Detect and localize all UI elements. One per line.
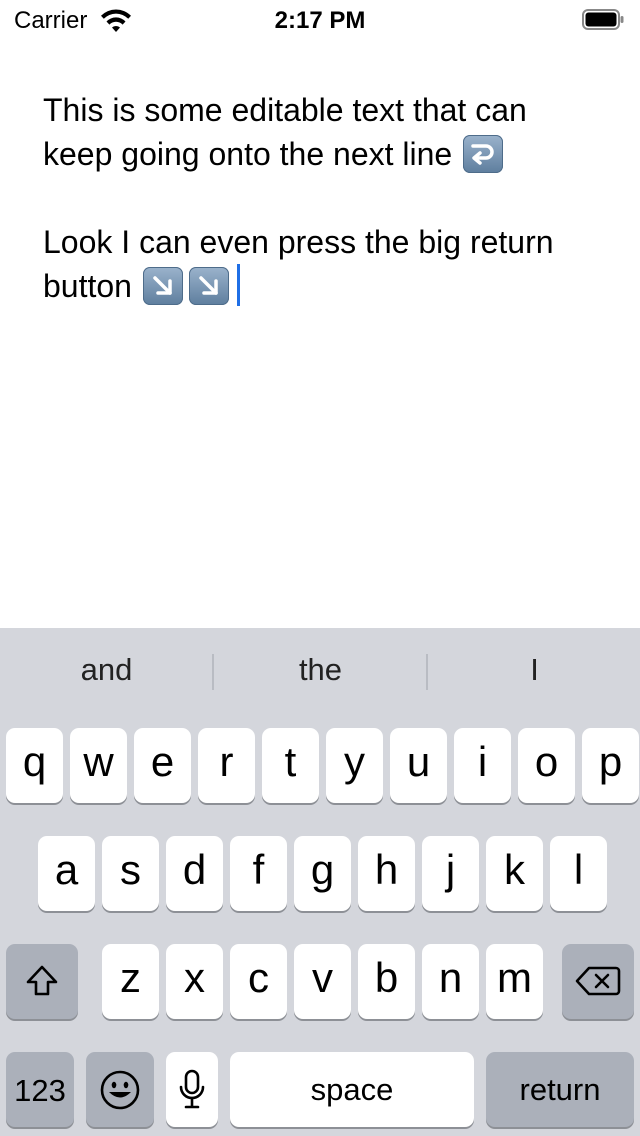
- key-a[interactable]: a: [38, 836, 95, 911]
- numbers-key[interactable]: 123: [6, 1052, 74, 1127]
- key-f[interactable]: f: [230, 836, 287, 911]
- key-k[interactable]: k: [486, 836, 543, 911]
- space-key[interactable]: space: [230, 1052, 474, 1127]
- key-s[interactable]: s: [102, 836, 159, 911]
- key-e[interactable]: e: [134, 728, 191, 803]
- paragraph-1-text: This is some editable text that can keep…: [43, 92, 527, 172]
- text-caret: [236, 264, 240, 306]
- editable-text-view[interactable]: This is some editable text that can keep…: [43, 88, 603, 308]
- down-right-arrow-emoji: [188, 267, 229, 305]
- emoji-icon: [100, 1070, 140, 1110]
- suggestion-the[interactable]: the: [214, 652, 427, 692]
- keyboard: and the I q w e r t y u i o p a s d f g …: [0, 628, 640, 1136]
- key-h[interactable]: h: [358, 836, 415, 911]
- dictation-key[interactable]: [166, 1052, 218, 1127]
- suggestion-i[interactable]: I: [428, 652, 640, 692]
- key-g[interactable]: g: [294, 836, 351, 911]
- paragraph-2-text: Look I can even press the big return but…: [43, 224, 554, 304]
- key-u[interactable]: u: [390, 728, 447, 803]
- key-o[interactable]: o: [518, 728, 575, 803]
- delete-key[interactable]: [562, 944, 634, 1019]
- key-y[interactable]: y: [326, 728, 383, 803]
- down-right-arrow-emoji: [142, 267, 183, 305]
- key-j[interactable]: j: [422, 836, 479, 911]
- return-key[interactable]: return: [486, 1052, 634, 1127]
- status-bar: Carrier 2:17 PM: [0, 0, 640, 40]
- key-x[interactable]: x: [166, 944, 223, 1019]
- clock: 2:17 PM: [274, 7, 366, 34]
- shift-icon: [26, 965, 58, 996]
- key-l[interactable]: l: [550, 836, 607, 911]
- key-w[interactable]: w: [70, 728, 127, 803]
- battery-icon: [582, 9, 624, 30]
- key-i[interactable]: i: [454, 728, 511, 803]
- emoji-key[interactable]: [86, 1052, 154, 1127]
- delete-icon: [575, 966, 621, 996]
- key-m[interactable]: m: [486, 944, 543, 1019]
- paragraph-1: This is some editable text that can keep…: [43, 88, 603, 176]
- key-n[interactable]: n: [422, 944, 479, 1019]
- key-b[interactable]: b: [358, 944, 415, 1019]
- key-c[interactable]: c: [230, 944, 287, 1019]
- right-arrow-curving-left-emoji: [463, 135, 504, 173]
- suggestion-bar: and the I: [0, 628, 640, 716]
- shift-key[interactable]: [6, 944, 78, 1019]
- key-r[interactable]: r: [198, 728, 255, 803]
- key-q[interactable]: q: [6, 728, 63, 803]
- key-z[interactable]: z: [102, 944, 159, 1019]
- key-v[interactable]: v: [294, 944, 351, 1019]
- key-t[interactable]: t: [262, 728, 319, 803]
- paragraph-2: Look I can even press the big return but…: [43, 220, 603, 308]
- microphone-icon: [179, 1069, 205, 1109]
- key-d[interactable]: d: [166, 836, 223, 911]
- suggestion-and[interactable]: and: [0, 652, 213, 692]
- screen: Carrier 2:17 PM This is some editable te…: [0, 0, 640, 1136]
- key-p[interactable]: p: [582, 728, 639, 803]
